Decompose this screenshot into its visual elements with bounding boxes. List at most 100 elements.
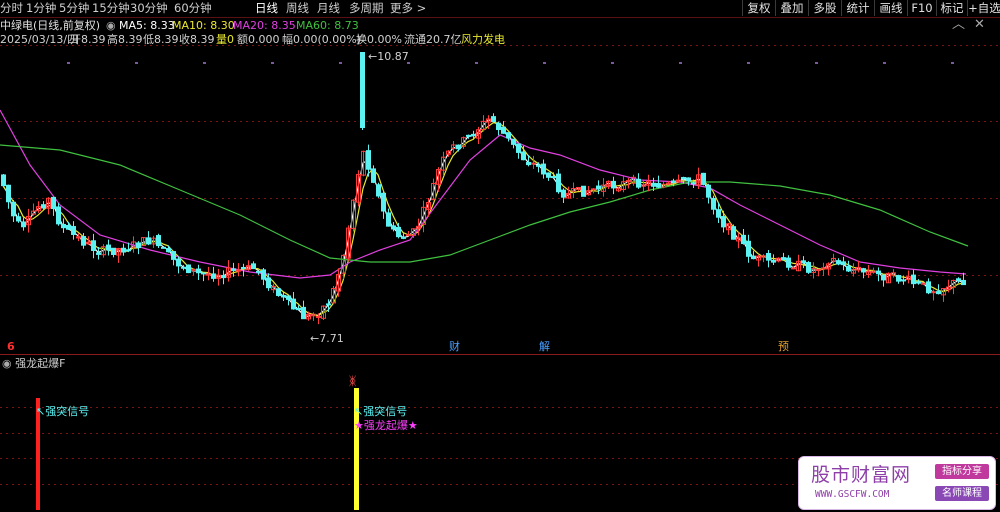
candle-body: [281, 294, 286, 298]
candle-body: [716, 209, 721, 218]
candle: [721, 210, 726, 233]
multi-stock-button[interactable]: 多股: [808, 0, 841, 16]
candle-body: [881, 274, 886, 281]
candle: [956, 277, 961, 284]
tab-multi-period[interactable]: 多周期: [349, 0, 384, 17]
info-close: 收8.39: [179, 33, 215, 46]
candle: [806, 261, 811, 274]
candle: [176, 256, 181, 274]
candle-body: [61, 223, 66, 229]
candle: [386, 208, 391, 227]
chevron-up-icon[interactable]: ︿: [952, 18, 965, 32]
candle-body: [821, 267, 826, 270]
candle-body: [511, 138, 516, 145]
candle-body: [861, 268, 866, 273]
candle-body: [496, 122, 501, 131]
candle: [251, 261, 256, 270]
tab-5min[interactable]: 5分钟: [59, 0, 89, 17]
candle: [796, 254, 801, 272]
event-marker-finance[interactable]: 财: [449, 340, 460, 354]
statistics-button[interactable]: 统计: [841, 0, 874, 16]
candle-body: [931, 291, 936, 294]
tab-daily[interactable]: 日线: [255, 0, 278, 17]
candle: [506, 132, 511, 142]
circle-icon[interactable]: ◉: [106, 19, 116, 33]
signal-text-1: 强突信号: [45, 405, 90, 418]
add-watchlist-button[interactable]: +自选: [967, 0, 1000, 16]
candle-body: [911, 274, 916, 285]
candle-body: [196, 268, 201, 274]
candle-body: [901, 279, 906, 282]
candle: [841, 256, 846, 271]
tab-monthly[interactable]: 月线: [317, 0, 340, 17]
candle-body: [456, 144, 461, 150]
candle-body: [91, 240, 96, 251]
candle: [596, 180, 601, 195]
candle-body: [171, 251, 176, 260]
candle: [541, 159, 546, 179]
candle: [771, 254, 776, 265]
price-high-label: ←10.87: [368, 50, 409, 63]
spike-candle: [360, 52, 365, 130]
tab-30min[interactable]: 30分钟: [130, 0, 168, 17]
indicator-title[interactable]: ◉ 强龙起爆F: [2, 357, 65, 371]
candle-body: [591, 188, 596, 191]
candle-body: [156, 235, 161, 247]
overlay-button[interactable]: 叠加: [775, 0, 808, 16]
candle-body: [376, 184, 381, 197]
candle: [231, 262, 236, 277]
candle-body: [781, 257, 786, 261]
tab-more[interactable]: 更多 >: [390, 0, 426, 17]
toolbar-divider: [0, 17, 1000, 18]
candle-body: [186, 264, 191, 274]
candle: [106, 239, 111, 256]
event-marker-dividend[interactable]: 6: [7, 340, 15, 354]
candle: [636, 173, 641, 189]
candle-body: [1, 174, 6, 187]
event-marker-forecast[interactable]: 预: [778, 340, 789, 354]
candle-body: [721, 216, 726, 228]
close-icon[interactable]: ✕: [974, 18, 985, 32]
dragon-burst-label: ★强龙起爆★: [354, 419, 418, 432]
candle-body: [121, 247, 126, 253]
settings-icon[interactable]: ◉: [2, 357, 12, 370]
candle-body: [266, 277, 271, 289]
candle-body: [236, 269, 241, 272]
kline-chart[interactable]: [0, 0, 1000, 512]
info-float-cap: 流通20.7亿: [404, 33, 462, 46]
candle: [866, 265, 871, 278]
candle-body: [201, 272, 206, 275]
candle-body: [526, 161, 531, 166]
ma20-label: MA20: 8.35: [233, 19, 296, 32]
event-marker-unlock[interactable]: 解: [539, 340, 550, 354]
candle: [246, 260, 251, 271]
candle-body: [666, 182, 671, 185]
candle-body: [926, 281, 931, 294]
candle-body: [471, 133, 476, 137]
tab-60min[interactable]: 60分钟: [174, 0, 212, 17]
candle-body: [681, 176, 686, 180]
candle: [586, 185, 591, 196]
candle-body: [491, 116, 496, 123]
mark-button[interactable]: 标记: [936, 0, 967, 16]
candle: [381, 190, 386, 219]
candle-body: [56, 206, 61, 225]
candle: [111, 247, 116, 258]
draw-line-button[interactable]: 画线: [874, 0, 907, 16]
tab-1min[interactable]: 1分钟: [26, 0, 56, 17]
candle-body: [221, 274, 226, 279]
candle: [121, 243, 126, 256]
tab-timeshare[interactable]: 分时: [0, 0, 23, 17]
candle: [156, 233, 161, 248]
info-sector[interactable]: 风力发电: [461, 33, 505, 47]
ma60-label: MA60: 8.73: [296, 19, 359, 32]
watermark-tag-course: 名师课程: [935, 486, 989, 501]
candle-body: [396, 226, 401, 238]
tab-weekly[interactable]: 周线: [286, 0, 309, 17]
candle-body: [611, 180, 616, 189]
butterfly-icon: ᛤ: [349, 374, 357, 388]
tab-15min[interactable]: 15分钟: [92, 0, 130, 17]
candle-body: [841, 261, 846, 266]
adjust-button[interactable]: 复权: [742, 0, 775, 16]
f10-button[interactable]: F10: [907, 0, 936, 16]
